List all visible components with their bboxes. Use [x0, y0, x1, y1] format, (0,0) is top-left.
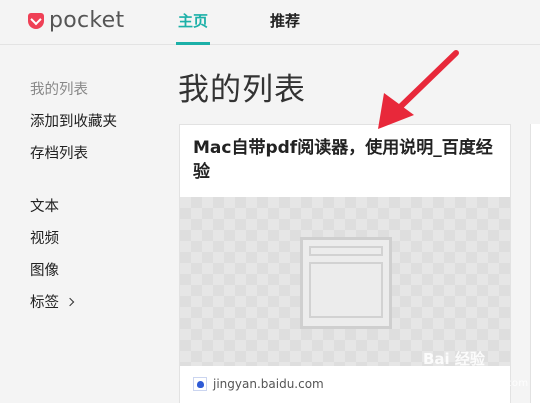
sidebar-item-videos[interactable]: 视频 [30, 227, 59, 248]
page-title: 我的列表 [178, 72, 306, 108]
pocket-logo-icon [28, 12, 44, 29]
watermark-url: jingyan.baidu.com [431, 378, 529, 389]
article-title[interactable]: Mac自带pdf阅读器，使用说明_百度经验 [193, 136, 501, 184]
baidu-favicon-icon [193, 377, 207, 391]
article-source: jingyan.baidu.com [193, 377, 324, 391]
annotation-arrow-icon [378, 50, 459, 129]
tab-home[interactable]: 主页 [178, 10, 208, 31]
active-tab-indicator [176, 42, 210, 45]
sidebar-item-tags-label: 标签 [30, 295, 59, 311]
tab-recommend[interactable]: 推荐 [270, 10, 300, 31]
baidu-watermark: Bai 经验 jingyan.baidu.com [413, 340, 535, 400]
sidebar-item-my-list[interactable]: 我的列表 [30, 78, 88, 99]
pocket-logo[interactable]: pocket [28, 8, 124, 33]
sidebar-item-favorites[interactable]: 添加到收藏夹 [30, 110, 117, 131]
sidebar-item-articles[interactable]: 文本 [30, 195, 59, 216]
top-bar: pocket 主页 推荐 [0, 0, 540, 45]
watermark-brand: Bai 经验 [423, 350, 485, 368]
document-placeholder-icon [300, 237, 392, 329]
sidebar-item-tags[interactable]: 标签 [30, 291, 75, 312]
chevron-right-icon [65, 297, 75, 307]
sidebar-item-archive[interactable]: 存档列表 [30, 142, 88, 163]
article-source-domain: jingyan.baidu.com [213, 377, 324, 391]
logo-text: pocket [49, 8, 125, 33]
sidebar-item-images[interactable]: 图像 [30, 259, 59, 280]
